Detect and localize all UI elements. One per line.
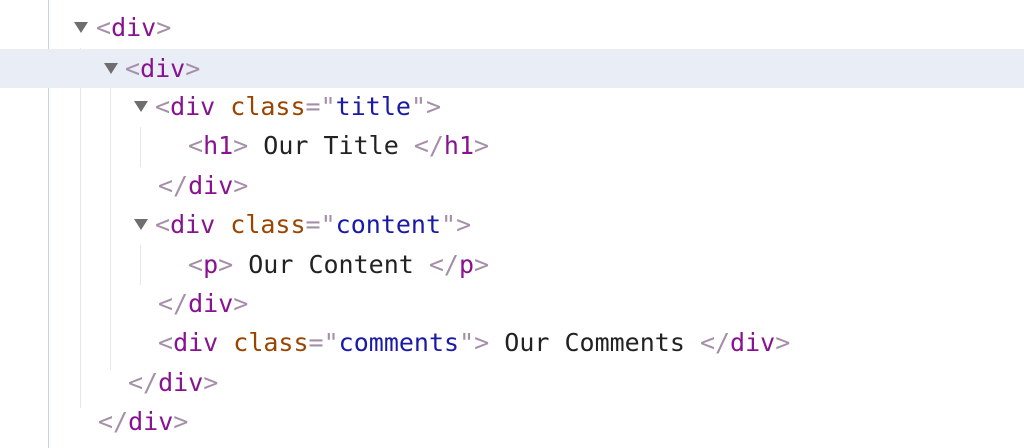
expand-triangle-icon[interactable]: [134, 87, 148, 126]
tag-open-bracket: <: [188, 250, 204, 279]
attribute-quote: ": [459, 328, 475, 357]
dom-node-div-title[interactable]: <div class="title">: [0, 87, 1024, 126]
tag-name: div: [170, 92, 216, 121]
dom-node-div-content[interactable]: <div class="content">: [0, 205, 1024, 244]
attribute-equals: =: [308, 328, 324, 357]
tag-close-bracket: >: [218, 250, 234, 279]
tag-close-bracket: >: [233, 289, 249, 318]
tag-open-bracket: <: [155, 210, 171, 239]
dom-node-p[interactable]: <p> Our Content </p>: [0, 245, 1024, 284]
attribute-name: class: [233, 328, 309, 357]
closing-tag-open: </: [128, 368, 159, 397]
attribute-quote: ": [410, 92, 426, 121]
closing-tag-open: </: [158, 289, 189, 318]
expand-triangle-icon[interactable]: [74, 8, 88, 47]
tag-close-bracket: >: [233, 171, 249, 200]
closing-tag-name: h1: [443, 131, 475, 160]
tag-open-bracket: <: [155, 92, 171, 121]
closing-tag-name: p: [458, 250, 475, 279]
closing-tag-name: div: [158, 368, 204, 397]
dom-node-close-div: </div>: [0, 284, 1024, 323]
closing-tag-open: </: [699, 328, 731, 357]
attribute-quote: ": [441, 210, 457, 239]
tag-close-bracket: >: [203, 368, 219, 397]
attribute-value[interactable]: title: [336, 92, 411, 121]
tag-name: div: [170, 210, 216, 239]
dom-node-close-div: </div>: [0, 402, 1024, 441]
tag-open-bracket: <: [96, 13, 112, 42]
expand-triangle-icon[interactable]: [104, 49, 118, 88]
dom-node-div-selected[interactable]: <div>: [0, 49, 1024, 88]
dom-node-div-comments[interactable]: <div class="comments"> Our Comments </di…: [0, 323, 1024, 362]
tag-open-bracket: <: [158, 328, 174, 357]
closing-tag-name: div: [730, 328, 776, 357]
tag-close-bracket: >: [156, 13, 172, 42]
attribute-quote: ": [320, 92, 336, 121]
clipped-line-above: - - - - - - - - - - - - - - - - - - - -: [190, 0, 777, 4]
attribute-name: class: [230, 210, 306, 239]
tag-close-bracket: >: [456, 210, 472, 239]
tag-name: div: [140, 54, 186, 83]
tag-name: h1: [203, 131, 234, 160]
attribute-name: class: [230, 92, 306, 121]
tag-open-bracket: <: [188, 131, 204, 160]
text-node[interactable]: Our Comments: [489, 328, 700, 357]
expand-triangle-icon[interactable]: [134, 205, 148, 244]
closing-tag-open: </: [98, 407, 129, 436]
dom-node-h1[interactable]: <h1> Our Title </h1>: [0, 126, 1024, 165]
attribute-value[interactable]: content: [336, 210, 441, 239]
attribute-quote: ": [320, 210, 336, 239]
attribute-value[interactable]: comments: [339, 328, 459, 357]
closing-tag-name: div: [128, 407, 174, 436]
tag-close-bracket: >: [233, 131, 249, 160]
tag-name: div: [173, 328, 219, 357]
tag-close-bracket: >: [474, 131, 490, 160]
text-node[interactable]: Our Content: [233, 250, 429, 279]
dom-node-div[interactable]: <div>: [0, 8, 1024, 47]
closing-tag-open: </: [158, 171, 189, 200]
tag-close-bracket: >: [775, 328, 791, 357]
attribute-equals: =: [305, 210, 321, 239]
tag-open-bracket: <: [125, 54, 141, 83]
tag-close-bracket: >: [185, 54, 201, 83]
attribute-quote: ": [323, 328, 339, 357]
attribute-equals: =: [305, 92, 321, 121]
tag-close-bracket: >: [474, 328, 490, 357]
tag-close-bracket: >: [173, 407, 189, 436]
tag-name: div: [111, 13, 157, 42]
text-node[interactable]: Our Title: [248, 131, 414, 160]
tag-close-bracket: >: [426, 92, 442, 121]
closing-tag-open: </: [428, 250, 459, 279]
tag-name: p: [203, 250, 219, 279]
elements-panel: - - - - - - - - - - - - - - - - - - - - …: [0, 0, 1024, 448]
tag-close-bracket: >: [474, 250, 490, 279]
closing-tag-name: div: [188, 289, 234, 318]
dom-node-close-div: </div>: [0, 166, 1024, 205]
closing-tag-open: </: [413, 131, 444, 160]
dom-node-close-div: </div>: [0, 363, 1024, 402]
closing-tag-name: div: [188, 171, 234, 200]
